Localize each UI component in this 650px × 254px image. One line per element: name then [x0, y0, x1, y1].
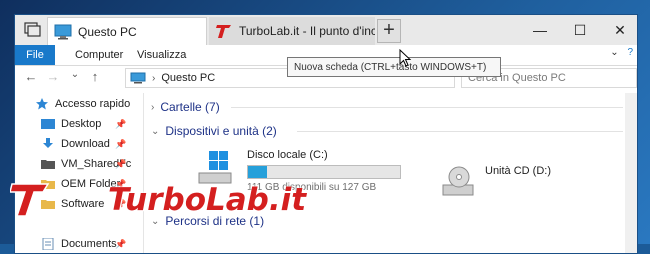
new-tab-tooltip: Nuova scheda (CTRL+tasto WINDOWS+T): [287, 57, 501, 77]
tab-turbolab[interactable]: TurboLab.it - Il punto d'inc: [209, 17, 375, 45]
pin-icon: 📌: [115, 118, 127, 129]
computer-icon: [54, 24, 72, 39]
tab-label: TurboLab.it - Il punto d'inc: [239, 24, 375, 38]
address-path: Questo PC: [161, 72, 216, 84]
chevron-right-icon: ›: [151, 101, 155, 113]
pin-icon: 📌: [115, 178, 127, 189]
file-explorer-window: Questo PC TurboLab.it - Il punto d'inc +…: [14, 14, 638, 254]
sidebar-item-label: OEM Folder: [61, 178, 121, 190]
close-button[interactable]: ✕: [605, 15, 635, 45]
ribbon-tab-view[interactable]: Visualizza: [129, 45, 194, 65]
chevron-down-icon: ⌄: [151, 125, 160, 137]
pin-icon: 📌: [115, 238, 127, 249]
windows-drive-icon: [198, 151, 232, 184]
star-icon: [36, 98, 48, 110]
group-title: Percorsi di rete (1): [165, 214, 265, 228]
pin-icon: 📌: [115, 138, 127, 149]
sidebar-item-label: Documents: [61, 238, 117, 250]
computer-icon: [130, 72, 146, 84]
ribbon-expand-controls: ⌄ ?: [610, 47, 633, 58]
documents-icon: [42, 238, 54, 250]
drive-name: Unità CD (D:): [485, 165, 552, 177]
chevron-down-icon[interactable]: ⌄: [610, 47, 618, 58]
tab-questo-pc[interactable]: Questo PC: [47, 17, 207, 45]
drive-free-space: 111 GB disponibili su 127 GB: [247, 182, 377, 193]
group-title: Dispositivi e unità (2): [165, 124, 277, 138]
sidebar-item-label: Desktop: [61, 118, 102, 130]
folder-icon: [41, 160, 55, 169]
group-network[interactable]: ⌄ Percorsi di rete (1): [151, 213, 264, 229]
recent-locations-button[interactable]: ⌄: [67, 69, 83, 87]
group-title: Cartelle (7): [160, 100, 220, 114]
vertical-scrollbar[interactable]: [625, 93, 637, 253]
content-pane: › Cartelle (7) ⌄ Dispositivi e unità (2)…: [145, 93, 637, 253]
sidebar-item-vm-shared[interactable]: VM_SharedFc 📌: [41, 155, 131, 173]
tab-label: Questo PC: [78, 24, 137, 39]
sidebar-item-oem-folder[interactable]: OEM Folder 📌: [41, 175, 126, 193]
download-icon: [43, 138, 53, 148]
new-tab-button[interactable]: +: [377, 19, 401, 43]
turbolab-logo-icon: [216, 25, 231, 38]
sidebar-item-label: Software: [61, 198, 105, 210]
chevron-right-icon: ›: [152, 72, 156, 84]
drive-usage-bar: [247, 165, 401, 179]
pin-icon: 📌: [115, 158, 127, 169]
up-button[interactable]: ↑: [87, 69, 103, 87]
desktop-icon: [41, 119, 55, 129]
drive-usage-fill: [248, 166, 268, 178]
ribbon-tab-file[interactable]: File: [15, 45, 55, 65]
drive-name: Disco locale (C:): [247, 149, 328, 161]
mouse-cursor-icon: [399, 49, 412, 67]
sidebar-item-label: Accesso rapido: [55, 98, 131, 110]
cd-drive-icon: [442, 166, 474, 196]
group-divider: [297, 131, 623, 132]
sidebar-item-label: Download: [61, 138, 110, 150]
group-divider: [231, 107, 623, 108]
ribbon-tab-computer[interactable]: Computer: [67, 45, 131, 65]
drive-d[interactable]: Unità CD (D:): [441, 165, 551, 197]
group-folders[interactable]: › Cartelle (7): [151, 99, 220, 115]
navigation-pane: Accesso rapido Desktop 📌 Download 📌 VM_S…: [15, 93, 144, 253]
tab-bar: Questo PC TurboLab.it - Il punto d'inc +…: [15, 15, 637, 45]
chevron-down-icon: ⌄: [151, 215, 160, 227]
back-button[interactable]: ←: [23, 69, 39, 87]
sidebar-item-software[interactable]: Software 📌: [41, 195, 126, 213]
folder-icon: [41, 180, 55, 189]
folder-icon: [41, 200, 55, 209]
sidebar-item-desktop[interactable]: Desktop 📌: [41, 115, 126, 133]
task-view-icon[interactable]: [21, 21, 43, 39]
forward-button[interactable]: →: [45, 69, 61, 87]
minimize-button[interactable]: —: [525, 15, 555, 45]
sidebar-item-download[interactable]: Download 📌: [41, 135, 126, 153]
sidebar-item-quick-access[interactable]: Accesso rapido: [35, 95, 130, 113]
drive-c[interactable]: Disco locale (C:) 111 GB disponibili su …: [195, 149, 401, 193]
pin-icon: 📌: [115, 198, 127, 209]
maximize-button[interactable]: ☐: [565, 15, 595, 45]
help-icon[interactable]: ?: [627, 47, 633, 58]
sidebar-item-documents[interactable]: Documents 📌: [41, 235, 126, 253]
group-devices[interactable]: ⌄ Dispositivi e unità (2): [151, 123, 277, 139]
